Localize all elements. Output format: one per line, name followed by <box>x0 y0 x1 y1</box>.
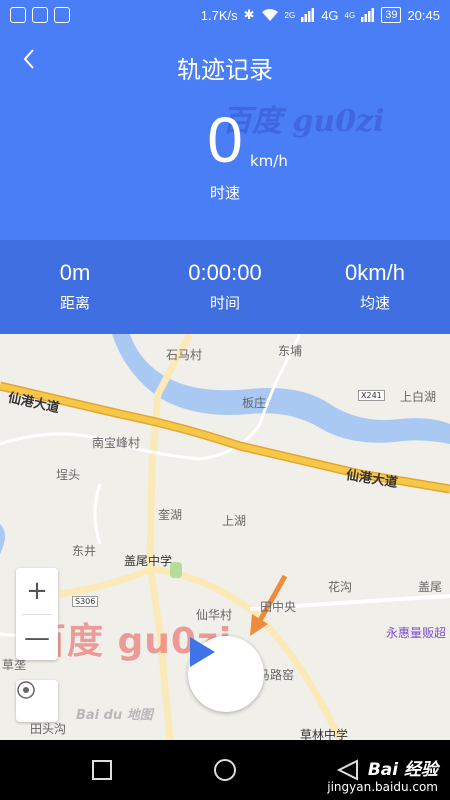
zoom-in-button[interactable]: + <box>16 568 58 614</box>
map-label: 板庄 <box>242 396 267 410</box>
average-speed-label: 均速 <box>359 294 390 312</box>
clock: 20:45 <box>407 7 440 23</box>
bluetooth-icon: ✱ <box>243 7 255 22</box>
play-icon <box>190 637 215 667</box>
map-label: 上湖 <box>222 514 247 528</box>
notification-icons <box>10 7 70 23</box>
speed-header: 轨迹记录 百度 gu0zi 0 km/h 时速 <box>0 30 450 240</box>
battery-level: 39 <box>381 7 402 23</box>
locate-button[interactable] <box>16 680 58 722</box>
speed-display: 0 km/h <box>0 108 450 172</box>
map-label: 田中央 <box>260 600 297 614</box>
site-watermark: Bai 经验 jingyan.baidu.com <box>327 755 438 794</box>
river-left <box>0 524 5 554</box>
map-label: 上白湖 <box>400 390 437 404</box>
minor-road <box>93 483 102 545</box>
site-brand: Bai 经验 <box>367 760 438 780</box>
wifi-icon <box>261 9 278 21</box>
current-speed-label: 时速 <box>209 184 240 202</box>
page-title: 轨迹记录 <box>177 56 273 84</box>
stat-average-speed: 0km/h 均速 <box>300 240 450 334</box>
road-shield: S306 <box>72 596 99 607</box>
school-label: 草林中学 <box>300 728 349 740</box>
status-bar: 1.7K/s ✱ 2G 4G 4G 39 20:45 <box>0 0 450 30</box>
signal-2g-label: 2G <box>284 10 296 20</box>
map-view[interactable]: 石马村 东埔 板庄 上白湖 X241 仙港大道 仙港大道 南宝峰村 埕头 奎湖 … <box>0 334 450 740</box>
app-notification-icon <box>10 7 26 23</box>
nav-recent-button[interactable] <box>77 745 127 795</box>
stat-time: 0:00:00 时间 <box>150 240 300 334</box>
locate-icon <box>17 681 35 699</box>
map-label: 田头沟 <box>30 722 67 736</box>
average-speed-value: 0km/h <box>345 260 405 285</box>
signal-4g-small-label: 4G <box>344 10 356 20</box>
nav-home-button[interactable] <box>200 745 250 795</box>
signal-4g-label: 4G <box>321 7 339 23</box>
poi-label: 永惠量贩超 <box>386 626 447 640</box>
signal-icon-2 <box>361 8 375 22</box>
distance-value: 0m <box>59 260 91 285</box>
square-recent-icon <box>91 760 112 780</box>
zoom-control: + — <box>16 568 58 660</box>
school-label: 盖尾中学 <box>124 554 173 568</box>
map-label: 东井 <box>72 544 97 558</box>
map-label: 盖尾 <box>418 580 443 594</box>
signal-icon <box>301 8 315 22</box>
map-label: 埕头 <box>56 468 81 482</box>
map-label: 南宝峰村 <box>92 436 141 450</box>
circle-home-icon <box>213 759 236 781</box>
map-label: 奎湖 <box>158 508 183 522</box>
photo-notification-icon <box>54 7 70 23</box>
time-label: 时间 <box>209 294 240 312</box>
status-indicators: 1.7K/s ✱ 2G 4G 4G 39 20:45 <box>201 7 440 23</box>
stat-distance: 0m 距离 <box>0 240 150 334</box>
map-label: 花沟 <box>328 580 353 594</box>
start-recording-button[interactable] <box>188 636 264 712</box>
current-speed-value: 0 <box>207 104 243 176</box>
map-label: 东埔 <box>278 344 303 358</box>
shield-notification-icon <box>32 7 48 23</box>
zoom-out-button[interactable]: — <box>16 615 58 661</box>
map-label: 石马村 <box>166 348 203 362</box>
map-logo: Bai du 地图 <box>76 708 153 723</box>
site-url: jingyan.baidu.com <box>327 780 438 794</box>
trip-stats: 0m 距离 0:00:00 时间 0km/h 均速 <box>0 240 450 334</box>
distance-label: 距离 <box>59 294 90 312</box>
system-nav-bar: Bai 经验 jingyan.baidu.com <box>0 740 450 800</box>
current-speed-unit: km/h <box>250 152 288 170</box>
network-speed: 1.7K/s <box>200 7 238 23</box>
time-value: 0:00:00 <box>188 260 262 285</box>
road-shield: X241 <box>358 390 385 401</box>
